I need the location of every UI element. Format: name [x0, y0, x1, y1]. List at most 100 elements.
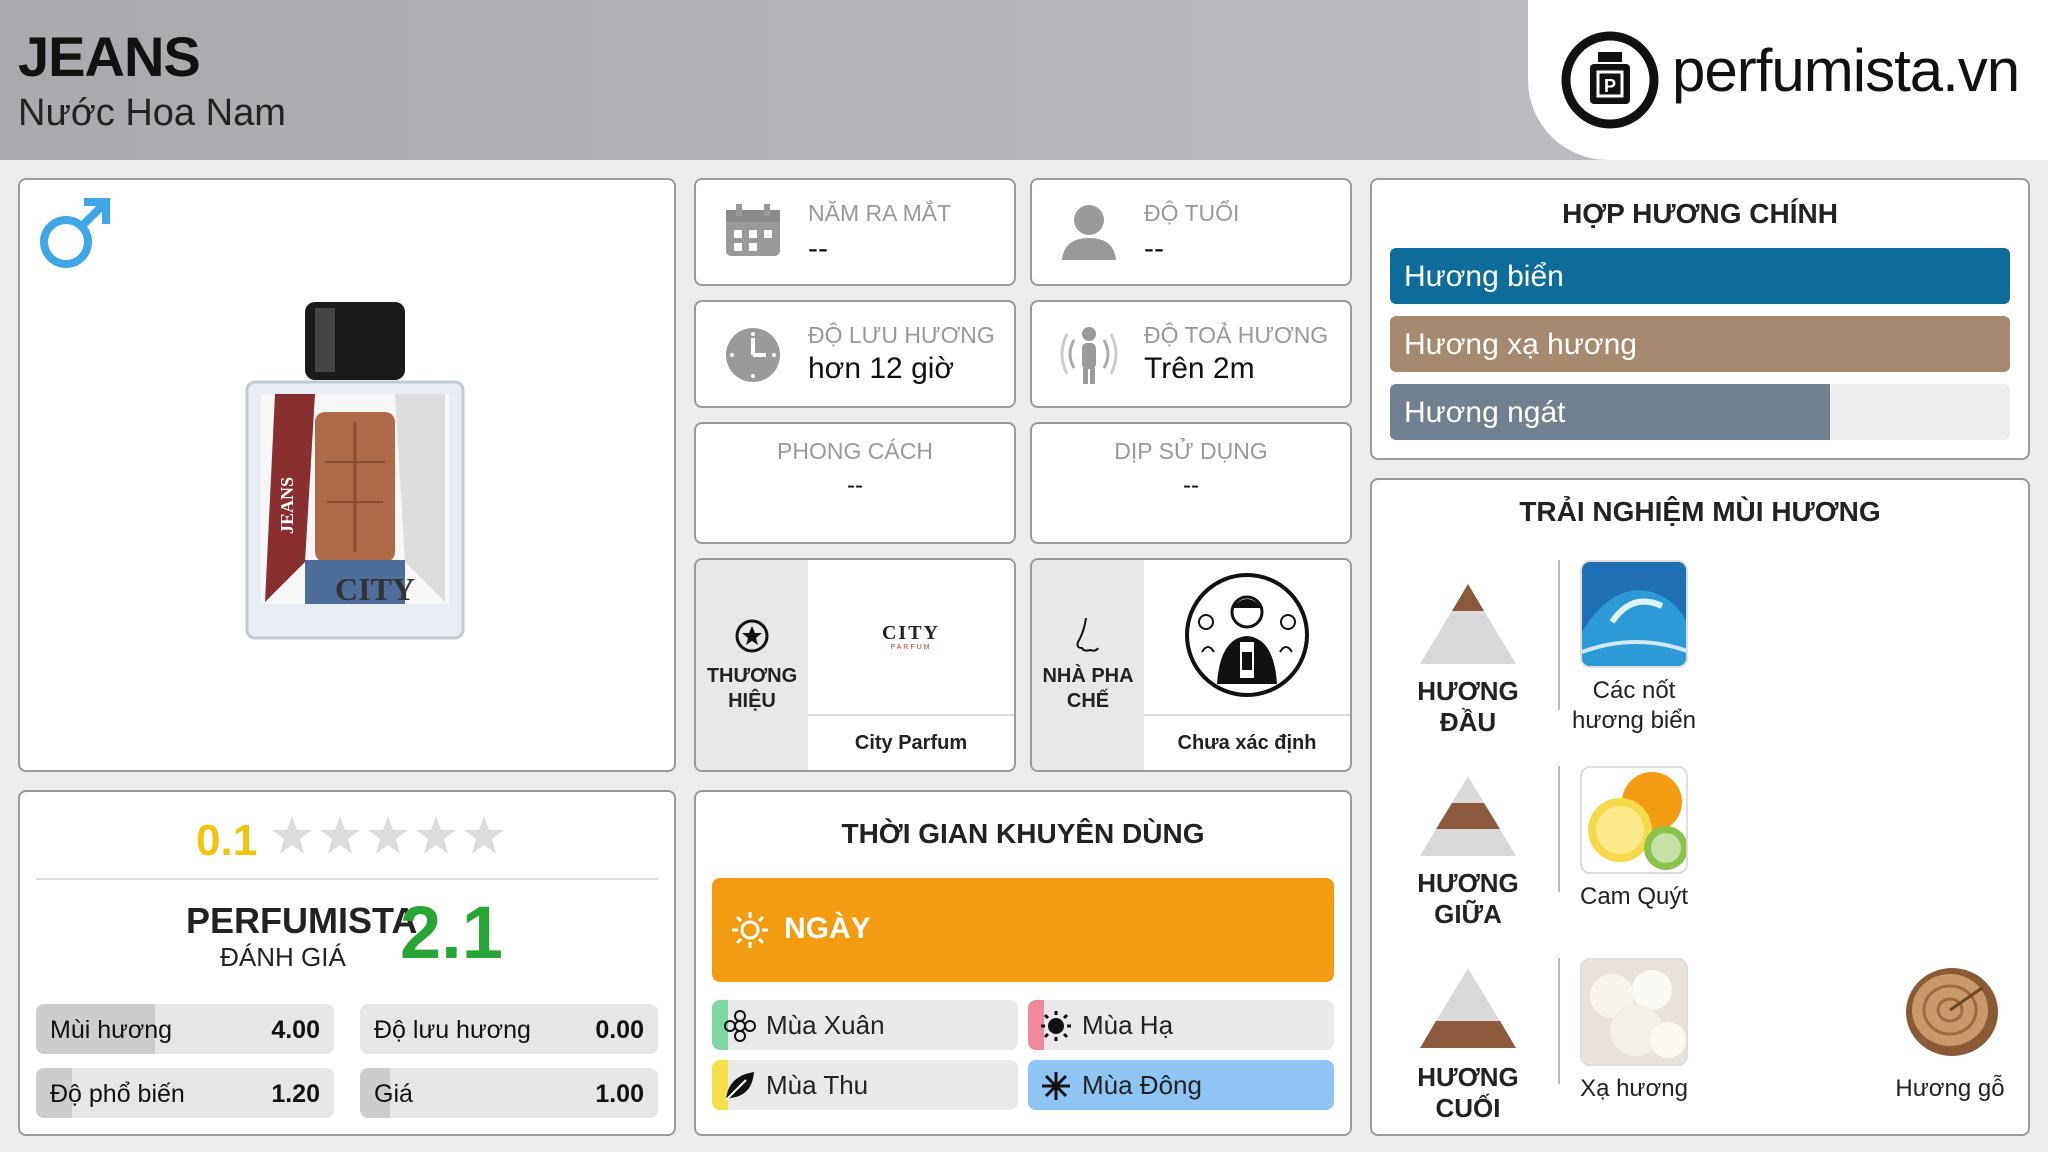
metric-value: 1.00 [595, 1080, 644, 1108]
brand-tile[interactable]: THƯƠNG HIỆU CITY PARFUM City Parfum [694, 558, 1016, 772]
calendar-icon [726, 204, 780, 256]
accord-label: Hương biển [1404, 260, 1564, 293]
product-image-card: JEANS CITY [18, 178, 676, 772]
user-rating-score: 0.1 [196, 816, 258, 865]
star-icon[interactable] [318, 814, 362, 858]
longevity-tile: ĐỘ LƯU HƯƠNG hơn 12 giờ [694, 300, 1016, 408]
season-label: Mùa Thu [766, 1070, 869, 1100]
middle-notes-label: HƯƠNG GIỮA [1417, 868, 1519, 929]
base-notes-pyramid-icon [1420, 968, 1516, 1048]
middle-notes-pyramid-icon [1420, 776, 1516, 856]
age-value: -- [1144, 232, 1164, 265]
nose-icon [1076, 617, 1099, 652]
metric-longevity: Độ lưu hương 0.00 [360, 1004, 658, 1054]
metric-label: Giá [374, 1080, 413, 1108]
longevity-value: hơn 12 giờ [808, 352, 955, 385]
occasion-label: DỊP SỬ DỤNG [1114, 438, 1268, 464]
accord-bar: Hương biển [1390, 248, 2010, 304]
perfumer-tile[interactable]: NHÀ PHA CHẾ Chưa xác định [1030, 558, 1352, 772]
brand-logo-text: perfumista.vn [1672, 37, 2020, 104]
note-caption: Xạ hương [1580, 1075, 1688, 1102]
user-icon [1062, 205, 1116, 260]
season-label: Mùa Hạ [1082, 1010, 1174, 1040]
star-icon[interactable] [414, 814, 458, 858]
svg-text:CITY: CITY [335, 571, 415, 607]
occasion-tile: DỊP SỬ DỤNG -- [1030, 422, 1352, 544]
top-notes-pyramid-icon [1420, 584, 1516, 664]
brand-logo-sub: PARFUM [890, 644, 932, 651]
main-accords-title: HỢP HƯƠNG CHÍNH [1562, 198, 1838, 229]
note-image-citrus[interactable] [1580, 766, 1688, 874]
longevity-label: ĐỘ LƯU HƯƠNG [808, 322, 995, 348]
brand-logo-text: CITY [881, 622, 940, 644]
metric-value: 1.20 [271, 1080, 320, 1108]
metric-label: Mùi hương [50, 1016, 173, 1044]
perfume-bottle-image: JEANS CITY [245, 302, 465, 640]
clock-icon [726, 328, 780, 382]
sillage-label: ĐỘ TOẢ HƯƠNG [1144, 322, 1329, 348]
launch-year-label: NĂM RA MẮT [808, 200, 952, 226]
male-icon [40, 198, 110, 268]
metric-popularity: Độ phổ biến 1.20 [36, 1068, 334, 1118]
day-indicator: NGÀY [712, 878, 1334, 982]
main-accords-card: HỢP HƯƠNG CHÍNH Hương biển Hương xạ hươn… [1370, 178, 2030, 460]
note-caption: Các nốt hương biển [1572, 677, 1696, 734]
recommended-time-title: THỜI GIAN KHUYÊN DÙNG [841, 818, 1205, 849]
leaf-icon [725, 1072, 754, 1101]
metric-value: 0.00 [595, 1016, 644, 1044]
star-rating[interactable] [270, 814, 506, 864]
svg-text:JEANS: JEANS [277, 477, 297, 534]
metric-label: Độ phổ biến [50, 1080, 185, 1108]
age-tile: ĐỘ TUỔI -- [1030, 178, 1352, 286]
season-spring: Mùa Xuân [712, 1000, 1018, 1050]
note-image-sea[interactable] [1580, 560, 1688, 668]
svg-text:P: P [1604, 76, 1616, 96]
note-caption: Hương gỗ [1895, 1075, 2005, 1102]
metric-scent: Mùi hương 4.00 [36, 1004, 334, 1054]
note-image-musk[interactable] [1580, 958, 1688, 1066]
style-label: PHONG CÁCH [777, 438, 933, 464]
occasion-value: -- [1183, 472, 1199, 499]
perfume-bottle-logo-icon: P [1561, 31, 1659, 129]
snowflake-icon [1042, 1072, 1070, 1100]
perfumista-sublabel: ĐÁNH GIÁ [220, 942, 346, 972]
season-label: Mùa Đông [1082, 1070, 1202, 1100]
star-icon[interactable] [270, 814, 314, 858]
accord-bar: Hương ngát [1390, 384, 2010, 440]
scent-experience-title: TRẢI NGHIỆM MÙI HƯƠNG [1519, 496, 1881, 527]
brand-name: City Parfum [854, 732, 968, 754]
metric-value: 4.00 [271, 1016, 320, 1044]
star-icon[interactable] [366, 814, 410, 858]
base-notes-label: HƯƠNG CUỐI [1417, 1062, 1519, 1123]
note-image-wood[interactable] [1896, 958, 2004, 1066]
style-value: -- [847, 472, 863, 499]
day-label: NGÀY [784, 912, 871, 945]
top-notes-label: HƯƠNG ĐẦU [1417, 676, 1519, 737]
perfumer-name: Chưa xác định [1177, 732, 1317, 754]
metric-label: Độ lưu hương [374, 1016, 531, 1044]
brand-logo: CITY PARFUM [808, 560, 1014, 716]
season-winter: Mùa Đông [1028, 1060, 1334, 1110]
accord-label: Hương xạ hương [1404, 328, 1637, 361]
launch-year-tile: NĂM RA MẮT -- [694, 178, 1016, 286]
style-tile: PHONG CÁCH -- [694, 422, 1016, 544]
season-label: Mùa Xuân [766, 1010, 885, 1040]
star-badge-icon [735, 619, 769, 653]
perfumer-avatar [1185, 573, 1309, 697]
sillage-tile: ĐỘ TOẢ HƯƠNG Trên 2m [1030, 300, 1352, 408]
brand-label: THƯƠNG HIỆU [706, 665, 798, 712]
product-subtitle: Nước Hoa Nam [18, 92, 286, 134]
launch-year-value: -- [808, 232, 828, 265]
star-icon[interactable] [462, 814, 506, 858]
sillage-value: Trên 2m [1144, 352, 1255, 385]
note-caption: Cam Quýt [1579, 883, 1689, 910]
sun-icon [732, 912, 768, 948]
perfumista-label: PERFUMISTA [186, 900, 418, 941]
divider [36, 878, 658, 880]
sun-icon [1041, 1011, 1071, 1041]
radiating-person-icon [1060, 327, 1118, 384]
season-autumn: Mùa Thu [712, 1060, 1018, 1110]
season-summer: Mùa Hạ [1028, 1000, 1334, 1050]
scent-experience-card: TRẢI NGHIỆM MÙI HƯƠNG HƯƠNG ĐẦU Các nốt … [1370, 478, 2030, 1136]
metric-price: Giá 1.00 [360, 1068, 658, 1118]
